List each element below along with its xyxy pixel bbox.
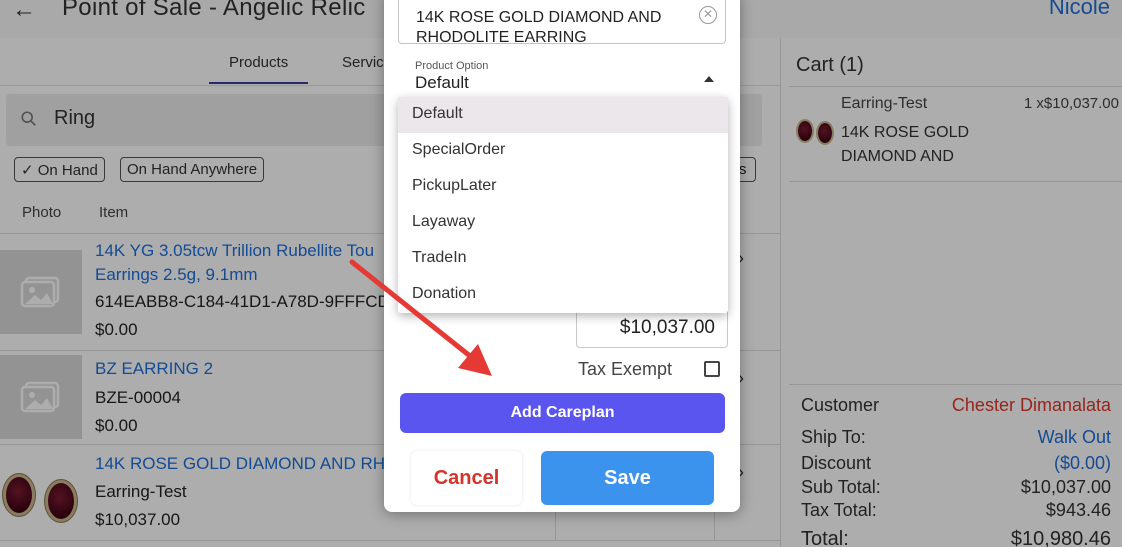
option-trade-in[interactable]: TradeIn <box>398 241 728 277</box>
price-value: $10,037.00 <box>619 317 715 338</box>
option-special-order[interactable]: SpecialOrder <box>398 133 728 169</box>
product-option-dialog: 14K ROSE GOLD DIAMOND AND RHODOLITE EARR… <box>384 0 740 512</box>
product-option-select[interactable]: Product Option Default <box>398 60 726 96</box>
clear-icon[interactable]: ✕ <box>699 6 717 24</box>
option-donation[interactable]: Donation <box>398 277 728 313</box>
caret-up-icon[interactable] <box>704 76 714 82</box>
product-field[interactable]: 14K ROSE GOLD DIAMOND AND RHODOLITE EARR… <box>398 0 726 46</box>
product-name-line2: RHODOLITE EARRING <box>416 29 587 46</box>
option-default[interactable]: Default <box>398 97 728 133</box>
product-option-dropdown: Default SpecialOrder PickupLater Layaway… <box>398 97 728 313</box>
add-careplan-button[interactable]: Add Careplan <box>400 393 725 433</box>
tax-exempt-label: Tax Exempt <box>578 359 673 379</box>
option-layaway[interactable]: Layaway <box>398 205 728 241</box>
product-option-value: Default <box>415 73 469 92</box>
option-pickup-later[interactable]: PickupLater <box>398 169 728 205</box>
cancel-button[interactable]: Cancel <box>411 451 522 505</box>
product-option-label: Product Option <box>415 60 489 72</box>
save-button[interactable]: Save <box>541 451 714 505</box>
tax-exempt-checkbox[interactable] <box>704 361 720 377</box>
product-name-line1: 14K ROSE GOLD DIAMOND AND <box>416 9 662 26</box>
